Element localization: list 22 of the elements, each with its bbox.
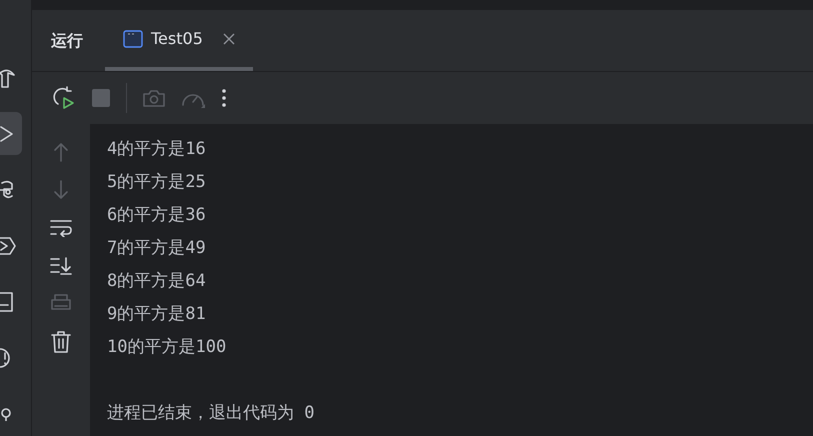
more-icon[interactable]: [221, 88, 227, 108]
wrap-icon[interactable]: [50, 219, 72, 237]
terminal-icon: [0, 291, 14, 314]
output-line: 8的平方是64: [107, 270, 206, 293]
close-icon[interactable]: [222, 32, 235, 44]
hammer-icon: [0, 66, 16, 89]
output-line: 4的平方是16: [107, 138, 206, 161]
tab-label: Test05: [151, 28, 203, 50]
output-line: 9的平方是81: [107, 303, 206, 326]
python-icon: [0, 180, 16, 200]
trash-icon[interactable]: [51, 331, 71, 353]
output-line: 10的平方是100: [107, 336, 226, 359]
output-line: 7的平方是49: [107, 237, 206, 260]
run-icon: [0, 124, 14, 143]
services-icon: [0, 236, 16, 256]
rerun-icon[interactable]: [52, 86, 76, 110]
output-line: 5的平方是25: [107, 171, 206, 194]
exit-message: 进程已结束，退出代码为 0: [107, 402, 314, 425]
output-line: 6的平方是36: [107, 204, 206, 227]
console-window-icon: [123, 30, 143, 48]
panel-title: 运行: [51, 30, 83, 52]
scroll-to-end-icon[interactable]: [50, 257, 72, 275]
